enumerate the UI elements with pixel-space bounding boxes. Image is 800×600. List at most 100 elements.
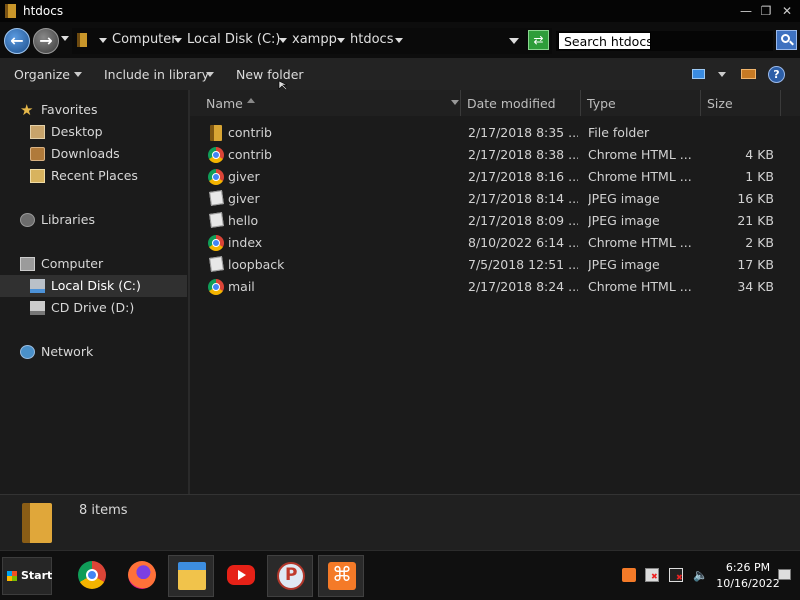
column-header-type[interactable]: Type bbox=[581, 90, 701, 116]
file-explorer-icon bbox=[178, 562, 206, 590]
breadcrumb-chevron-icon[interactable] bbox=[395, 38, 403, 43]
breadcrumb-chevron-icon[interactable] bbox=[99, 38, 107, 43]
network-icon bbox=[20, 345, 35, 359]
file-row[interactable]: contrib 2/17/2018 8:35 ... File folder bbox=[190, 122, 790, 144]
breadcrumb-chevron-icon[interactable] bbox=[174, 38, 182, 43]
jpeg-image-icon bbox=[209, 190, 224, 206]
folder-icon bbox=[77, 33, 87, 47]
file-row[interactable]: giver 2/17/2018 8:14 ... JPEG image 16 K… bbox=[190, 188, 790, 210]
recent-pages-dropdown[interactable] bbox=[61, 36, 69, 41]
breadcrumb-computer[interactable]: Computer bbox=[112, 32, 177, 47]
column-header-name[interactable]: Name bbox=[190, 90, 461, 116]
column-header-size[interactable]: Size bbox=[701, 90, 781, 116]
search-box bbox=[556, 31, 773, 51]
jpeg-image-icon bbox=[209, 256, 224, 272]
folder-icon bbox=[5, 4, 16, 18]
clock-time[interactable]: 6:26 PM bbox=[718, 561, 778, 574]
nav-libraries[interactable]: Libraries bbox=[0, 209, 187, 231]
breadcrumb-htdocs[interactable]: htdocs bbox=[350, 32, 393, 47]
preview-pane-icon[interactable] bbox=[741, 69, 756, 79]
libraries-icon bbox=[20, 213, 35, 227]
action-center-flag-icon[interactable] bbox=[645, 568, 659, 582]
minimize-button[interactable]: — bbox=[737, 3, 755, 19]
organize-button[interactable]: Organize bbox=[14, 67, 70, 82]
view-options-dropdown[interactable] bbox=[718, 72, 726, 77]
navigation-pane: ★ Favorites Desktop Downloads Recent Pla… bbox=[0, 90, 188, 494]
chevron-down-icon[interactable] bbox=[206, 72, 214, 77]
postman-icon bbox=[277, 562, 305, 590]
nav-recent-places[interactable]: Recent Places bbox=[0, 165, 187, 187]
xampp-icon bbox=[328, 562, 356, 590]
breadcrumb-chevron-icon[interactable] bbox=[279, 38, 287, 43]
file-row[interactable]: mail 2/17/2018 8:24 ... Chrome HTML ... … bbox=[190, 276, 790, 298]
file-list: Name Date modified Type Size contrib 2/1… bbox=[190, 90, 800, 494]
taskbar-youtube[interactable] bbox=[218, 555, 264, 597]
taskbar-postman[interactable] bbox=[267, 555, 313, 597]
start-button[interactable]: Start bbox=[2, 557, 52, 595]
forward-button[interactable]: → bbox=[33, 28, 59, 54]
chrome-html-icon bbox=[208, 235, 224, 251]
file-row[interactable]: hello 2/17/2018 8:09 ... JPEG image 21 K… bbox=[190, 210, 790, 232]
refresh-button[interactable]: ⇄ bbox=[528, 30, 549, 50]
file-row[interactable]: loopback 7/5/2018 12:51 ... JPEG image 1… bbox=[190, 254, 790, 276]
address-row: ← → Computer Local Disk (C:) xampp htdoc… bbox=[0, 22, 800, 58]
sort-ascending-icon bbox=[247, 98, 255, 103]
jpeg-image-icon bbox=[209, 212, 224, 228]
chevron-down-icon[interactable] bbox=[74, 72, 82, 77]
window-title: htdocs bbox=[23, 4, 64, 18]
include-in-library-button[interactable]: Include in library bbox=[104, 67, 209, 82]
network-status-icon[interactable] bbox=[669, 568, 683, 582]
help-icon[interactable]: ? bbox=[768, 66, 785, 83]
taskbar-firefox[interactable] bbox=[119, 555, 165, 597]
chrome-html-icon bbox=[208, 279, 224, 295]
breadcrumb-local-disk[interactable]: Local Disk (C:) bbox=[187, 32, 280, 47]
youtube-icon bbox=[227, 565, 255, 585]
folder-icon bbox=[22, 503, 52, 543]
column-filter-dropdown[interactable] bbox=[451, 100, 459, 105]
chrome-html-icon bbox=[208, 169, 224, 185]
nav-desktop[interactable]: Desktop bbox=[0, 121, 187, 143]
close-button[interactable]: ✕ bbox=[778, 3, 796, 19]
taskbar-xampp[interactable] bbox=[318, 555, 364, 597]
file-row[interactable]: contrib 2/17/2018 8:38 ... Chrome HTML .… bbox=[190, 144, 790, 166]
breadcrumb-xampp[interactable]: xampp bbox=[292, 32, 337, 47]
local-disk-icon bbox=[30, 279, 45, 293]
windows-logo-icon bbox=[7, 571, 17, 581]
file-row[interactable]: giver 2/17/2018 8:16 ... Chrome HTML ...… bbox=[190, 166, 790, 188]
file-row[interactable]: index 8/10/2022 6:14 ... Chrome HTML ...… bbox=[190, 232, 790, 254]
show-desktop-icon[interactable] bbox=[778, 569, 791, 580]
breadcrumb-chevron-icon[interactable] bbox=[337, 38, 345, 43]
title-bar: htdocs — ❐ ✕ bbox=[0, 0, 800, 22]
nav-computer[interactable]: Computer bbox=[0, 253, 187, 275]
desktop-icon bbox=[30, 125, 45, 139]
recent-places-icon bbox=[30, 169, 45, 183]
address-history-dropdown[interactable] bbox=[509, 38, 519, 44]
clock-date[interactable]: 10/16/2022 bbox=[716, 577, 780, 590]
chrome-icon bbox=[78, 561, 106, 589]
chrome-html-icon bbox=[208, 147, 224, 163]
column-header-row: Name Date modified Type Size bbox=[190, 90, 800, 116]
item-count: 8 items bbox=[79, 503, 128, 518]
cd-drive-icon bbox=[30, 301, 45, 315]
back-button[interactable]: ← bbox=[4, 28, 30, 54]
folder-icon bbox=[210, 125, 222, 141]
details-pane: 8 items bbox=[0, 494, 800, 550]
maximize-button[interactable]: ❐ bbox=[757, 3, 775, 19]
volume-muted-icon[interactable]: 🔈 bbox=[693, 568, 708, 582]
nav-favorites[interactable]: ★ Favorites bbox=[0, 99, 187, 121]
column-header-date[interactable]: Date modified bbox=[461, 90, 581, 116]
nav-network[interactable]: Network bbox=[0, 341, 187, 363]
nav-local-disk[interactable]: Local Disk (C:) bbox=[0, 275, 187, 297]
search-input[interactable] bbox=[558, 32, 651, 50]
taskbar-file-explorer[interactable] bbox=[168, 555, 214, 597]
change-view-icon[interactable] bbox=[692, 69, 705, 79]
nav-downloads[interactable]: Downloads bbox=[0, 143, 187, 165]
nav-cd-drive[interactable]: CD Drive (D:) bbox=[0, 297, 187, 319]
xampp-tray-icon[interactable] bbox=[622, 568, 636, 582]
address-bar[interactable]: Computer Local Disk (C:) xampp htdocs bbox=[72, 28, 552, 54]
taskbar: Start 🔈 6:26 PM 10/16/2022 bbox=[0, 550, 800, 600]
command-bar: Organize Include in library New folder ? bbox=[0, 58, 800, 90]
search-button[interactable] bbox=[776, 30, 797, 50]
favorites-star-icon: ★ bbox=[20, 101, 34, 119]
taskbar-chrome[interactable] bbox=[69, 555, 115, 597]
